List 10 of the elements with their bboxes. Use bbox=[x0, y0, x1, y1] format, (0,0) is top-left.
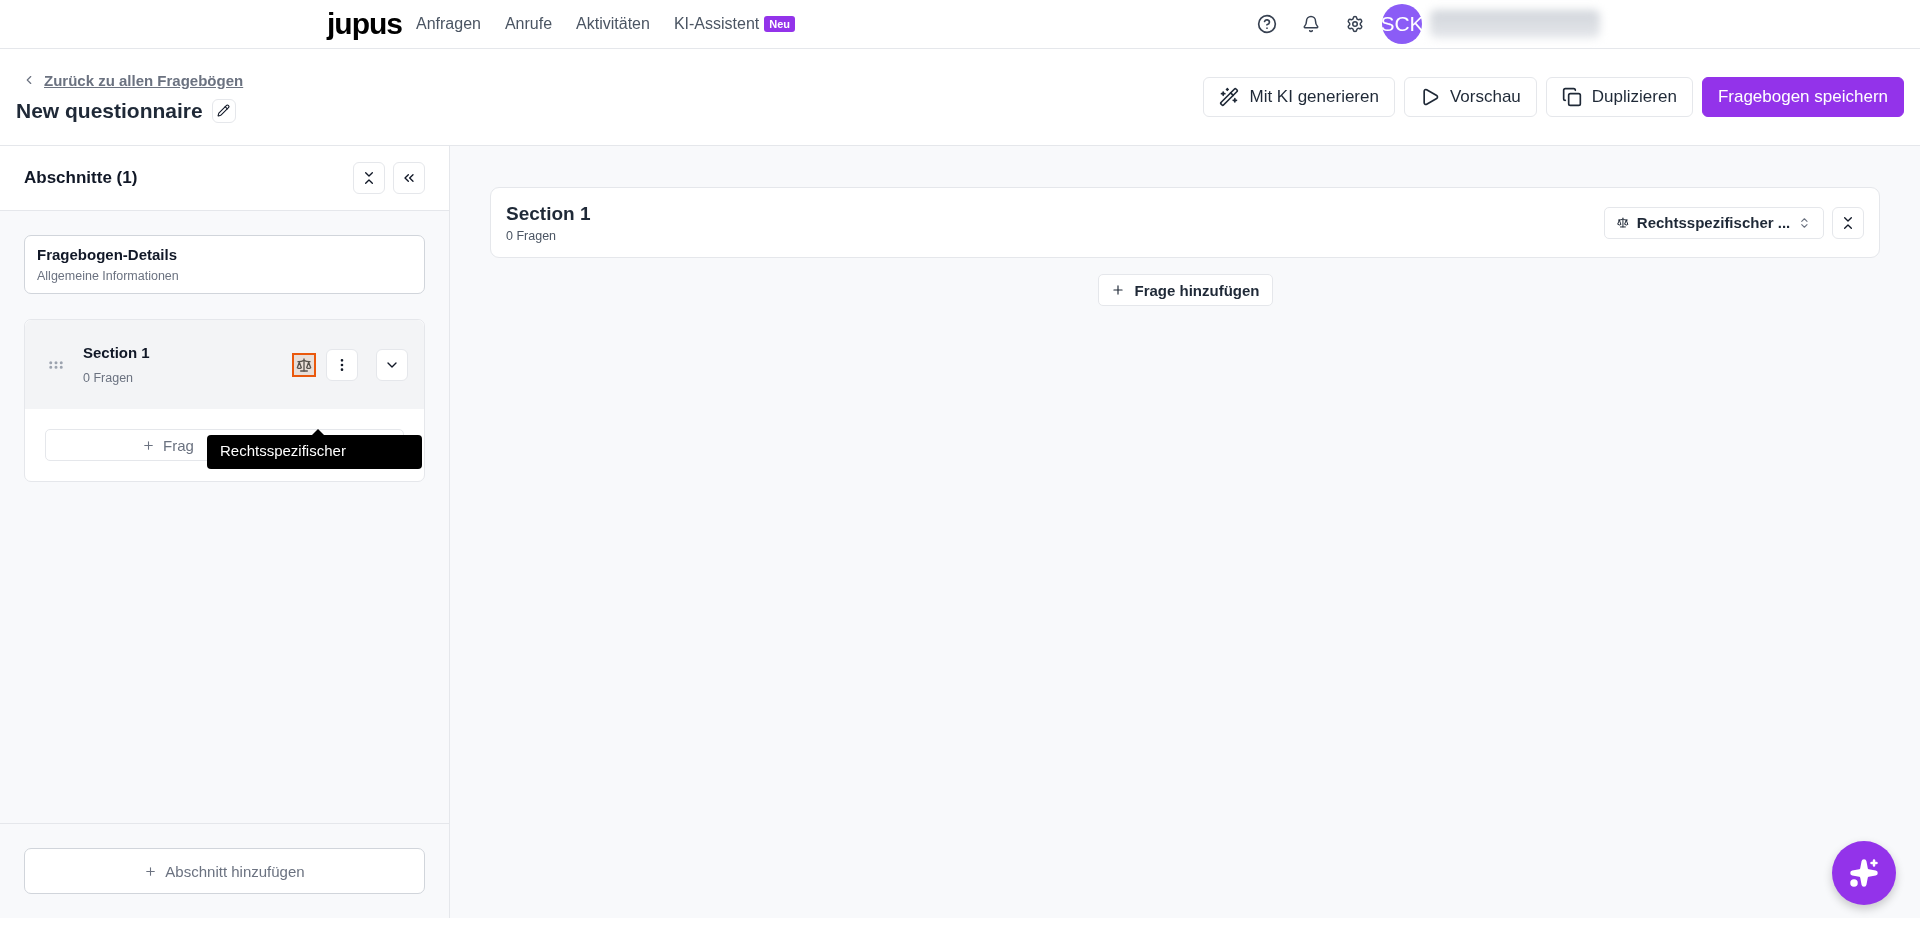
section-title: Section 1 bbox=[506, 202, 592, 225]
section-title: Section 1 bbox=[83, 344, 151, 361]
page-title: New questionnaire bbox=[16, 98, 203, 123]
details-subtitle: Allgemeine Informationen bbox=[37, 269, 180, 283]
sidebar-title: Abschnitte (1) bbox=[24, 168, 138, 188]
new-badge: Neu bbox=[764, 16, 796, 32]
details-title: Fragebogen-Details bbox=[37, 246, 179, 263]
question-count: 0 Fragen bbox=[83, 371, 135, 385]
question-count: 0 Fragen bbox=[506, 228, 558, 243]
tooltip: Rechtsspezifischer bbox=[207, 435, 422, 469]
